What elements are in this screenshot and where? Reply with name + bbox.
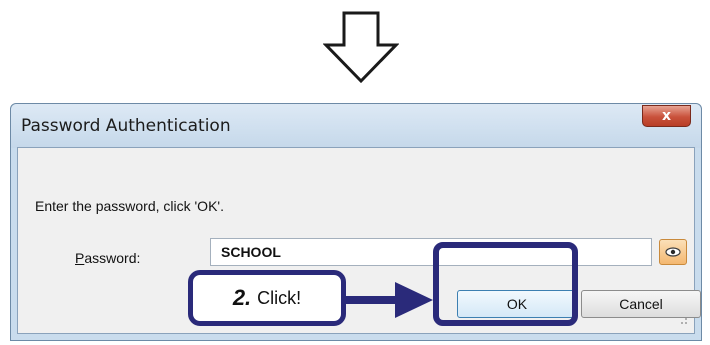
password-label: Password: — [75, 250, 140, 266]
instruction-text: Enter the password, click 'OK'. — [35, 198, 224, 214]
cancel-button[interactable]: Cancel — [581, 290, 701, 318]
close-button[interactable]: x — [642, 105, 691, 127]
title-bar: Password Authentication x — [11, 104, 701, 148]
resize-grip-icon[interactable] — [678, 315, 688, 325]
step-number: 2. — [232, 285, 252, 310]
dialog-title: Password Authentication — [21, 116, 231, 136]
password-label-rest: assword: — [84, 250, 141, 266]
password-label-mnemonic: P — [75, 250, 85, 266]
step-text: Click! — [257, 287, 302, 308]
down-arrow-icon — [323, 11, 399, 84]
close-icon: x — [661, 108, 672, 124]
show-password-button[interactable] — [659, 239, 687, 265]
callout-arrow-icon — [343, 282, 433, 318]
eye-icon — [665, 247, 681, 257]
password-input[interactable] — [210, 238, 652, 266]
step-callout: 2. Click! — [188, 270, 346, 326]
ok-button-highlight — [433, 242, 578, 326]
